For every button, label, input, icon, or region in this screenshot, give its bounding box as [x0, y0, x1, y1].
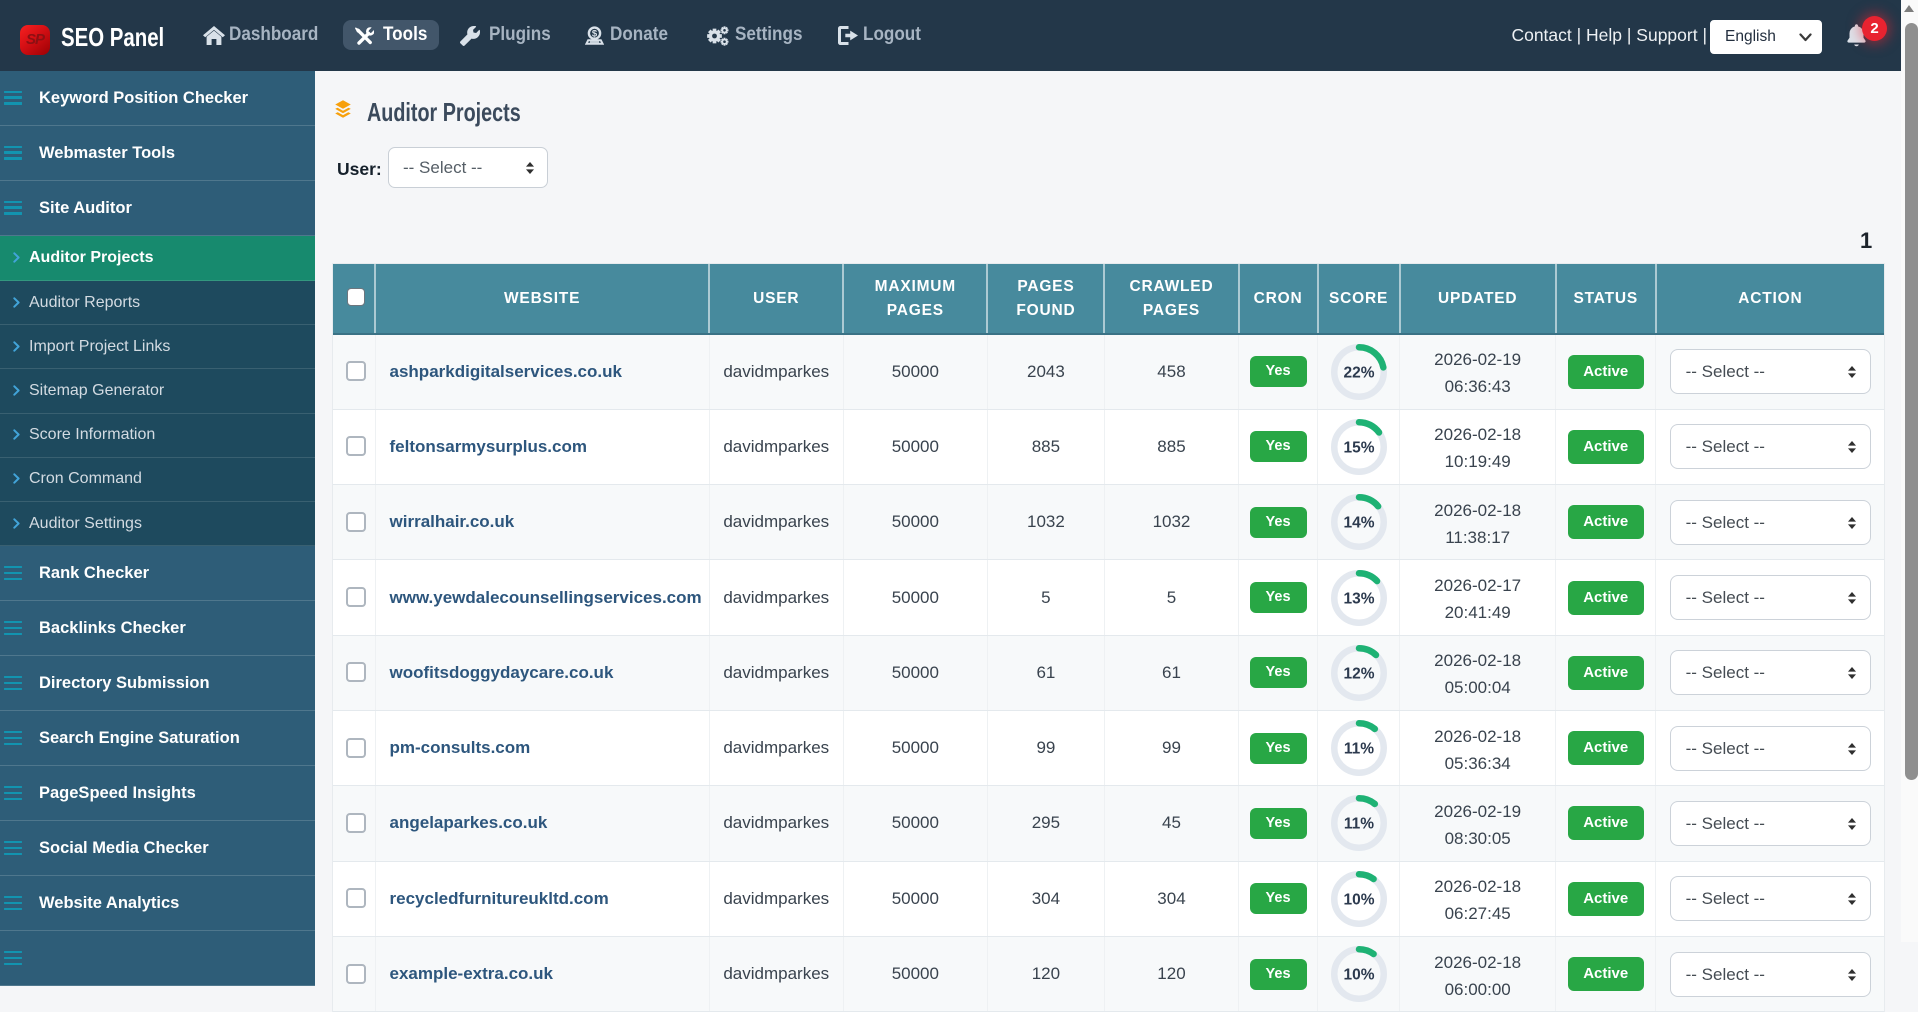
svg-text:10%: 10% [1343, 891, 1374, 908]
svg-text:11%: 11% [1343, 816, 1373, 833]
svg-text:15%: 15% [1343, 439, 1374, 456]
svg-text:11%: 11% [1343, 741, 1373, 758]
svg-text:$: $ [592, 29, 598, 40]
svg-text:10%: 10% [1343, 967, 1374, 984]
svg-text:22%: 22% [1343, 364, 1374, 381]
svg-text:14%: 14% [1343, 515, 1374, 532]
svg-text:13%: 13% [1343, 590, 1374, 607]
svg-text:12%: 12% [1343, 665, 1374, 682]
